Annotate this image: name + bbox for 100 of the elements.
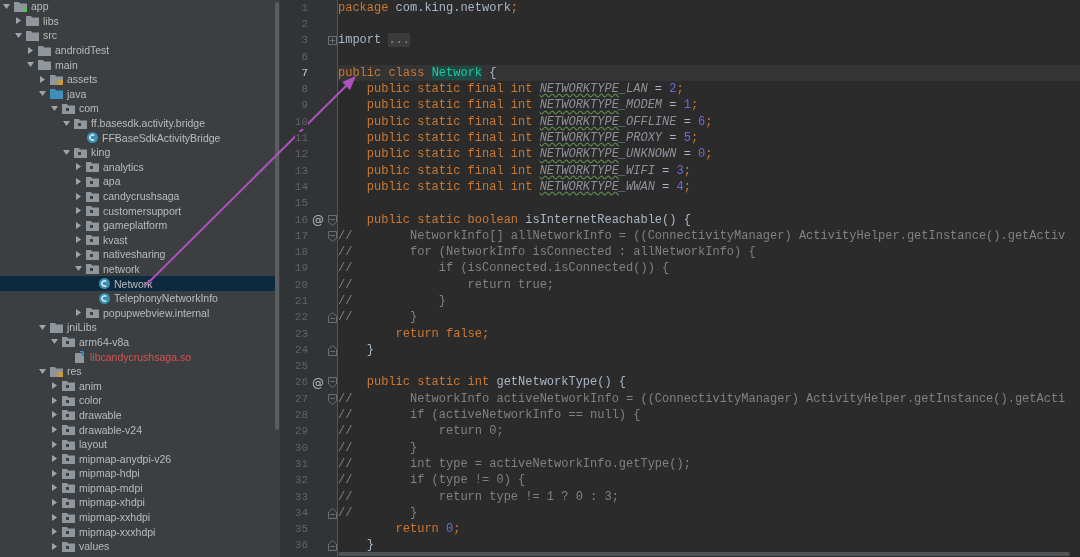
tree-item[interactable]: mipmap-anydpi-v26 — [0, 451, 275, 466]
tree-item[interactable]: app — [0, 0, 275, 14]
expand-arrow-icon[interactable] — [15, 17, 22, 25]
tree-item[interactable]: values — [0, 538, 275, 554]
tree-item[interactable]: gameplatform — [0, 217, 275, 233]
tree-item[interactable]: anim — [0, 378, 275, 394]
tree-item[interactable]: mipmap-hdpi — [0, 466, 275, 481]
tree-item[interactable]: color — [0, 393, 275, 408]
scrollbar-thumb[interactable] — [338, 552, 1070, 556]
collapse-arrow-icon[interactable] — [39, 90, 46, 98]
code-line: import ... — [338, 33, 411, 49]
fold-start-icon[interactable] — [328, 393, 337, 405]
code-line: // int type = activeNetworkInfo.getType(); — [338, 456, 691, 472]
expand-arrow-icon[interactable] — [39, 75, 46, 83]
expand-arrow-icon[interactable] — [75, 163, 82, 171]
tree-item[interactable]: nativesharing — [0, 247, 275, 262]
code-line: public class Network { — [338, 65, 497, 81]
tree-item[interactable]: com — [0, 101, 275, 116]
tree-item[interactable]: TelephonyNetworkInfo — [0, 290, 275, 306]
tree-item-label: FFBaseSdkActivityBridge — [102, 130, 221, 145]
expand-arrow-icon[interactable] — [51, 499, 58, 506]
expand-arrow-icon[interactable] — [51, 440, 58, 448]
tree-item[interactable]: libs — [0, 13, 275, 29]
tree-item[interactable]: res — [0, 363, 275, 379]
fold-end-icon[interactable] — [328, 344, 337, 356]
resource-folder-icon — [50, 365, 63, 377]
expand-arrow-icon[interactable] — [51, 513, 58, 521]
expand-arrow-icon[interactable] — [75, 177, 82, 185]
expand-fold-icon[interactable] — [328, 36, 337, 46]
tree-item[interactable]: customersupport — [0, 203, 275, 218]
collapse-arrow-icon[interactable] — [15, 32, 22, 39]
tree-item[interactable]: analytics — [0, 159, 275, 175]
fold-end-icon[interactable] — [328, 540, 337, 552]
collapse-arrow-icon[interactable] — [3, 2, 10, 10]
tree-item[interactable]: kvast — [0, 232, 275, 248]
tree-item[interactable]: apa — [0, 174, 275, 189]
expand-arrow-icon[interactable] — [51, 411, 58, 419]
tree-item[interactable]: mipmap-mdpi — [0, 480, 275, 496]
collapse-arrow-icon[interactable] — [27, 61, 34, 69]
tree-item[interactable]: main — [0, 57, 275, 72]
tree-item[interactable]: java — [0, 86, 275, 102]
collapse-arrow-icon[interactable] — [51, 338, 58, 346]
expand-arrow-icon[interactable] — [51, 542, 58, 550]
tree-item[interactable]: candycrushsaga — [0, 188, 275, 204]
package-icon — [86, 248, 99, 260]
expand-arrow-icon[interactable] — [75, 309, 82, 317]
tree-item[interactable]: drawable-v24 — [0, 422, 275, 437]
expand-arrow-icon[interactable] — [51, 528, 58, 536]
collapse-arrow-icon[interactable] — [39, 367, 46, 375]
collapse-arrow-icon[interactable] — [63, 119, 70, 127]
tree-item[interactable]: king — [0, 144, 275, 160]
collapse-arrow-icon[interactable] — [63, 148, 70, 156]
tree-item[interactable]: src — [0, 28, 275, 43]
tree-item[interactable]: ff.basesdk.activity.bridge — [0, 115, 275, 131]
expand-arrow-icon[interactable] — [51, 396, 58, 404]
code-line: // NetworkInfo activeNetworkInfo = ((ConnectivityManager) ActivityHelper.getInstance().getActi — [338, 391, 1066, 407]
tree-item[interactable]: layout — [0, 436, 275, 452]
tree-item-label: res — [67, 364, 82, 379]
collapse-arrow-icon[interactable] — [51, 104, 58, 112]
tree-item[interactable]: FFBaseSdkActivityBridge — [0, 130, 275, 145]
fold-end-icon[interactable] — [328, 507, 337, 519]
code-line: return 0; — [394, 522, 461, 538]
package-icon — [62, 438, 75, 450]
tree-item-label: drawable — [79, 407, 122, 422]
tree-item[interactable]: jniLibs — [0, 320, 275, 335]
tree-item[interactable]: androidTest — [0, 42, 275, 58]
code-line: } — [365, 342, 374, 358]
expand-arrow-icon[interactable] — [75, 221, 82, 229]
tree-item[interactable]: popupwebview.internal — [0, 305, 275, 321]
override-marker[interactable]: @ — [312, 213, 324, 227]
expand-arrow-icon[interactable] — [51, 469, 58, 477]
expand-arrow-icon[interactable] — [75, 250, 82, 258]
collapse-arrow-icon[interactable] — [39, 323, 46, 331]
tree-item[interactable]: network — [0, 261, 275, 277]
tree-item[interactable]: mipmap-xhdpi — [0, 495, 275, 510]
tree-item[interactable]: mipmap-xxxhdpi — [0, 524, 275, 539]
fold-end-icon[interactable] — [328, 312, 337, 324]
expand-arrow-icon[interactable] — [75, 192, 82, 200]
tree-item-label: libcandycrushsaga.so — [90, 349, 191, 364]
expand-arrow-icon[interactable] — [75, 207, 82, 215]
expand-arrow-icon[interactable] — [51, 382, 58, 390]
collapse-arrow-icon[interactable] — [75, 265, 82, 273]
folder-icon — [38, 44, 51, 56]
fold-start-icon[interactable] — [328, 377, 337, 389]
fold-start-icon[interactable] — [328, 230, 337, 242]
expand-arrow-icon[interactable] — [51, 426, 58, 433]
expand-arrow-icon[interactable] — [75, 236, 82, 244]
tree-item-label: kvast — [103, 232, 128, 247]
expand-arrow-icon[interactable] — [51, 455, 58, 463]
expand-arrow-icon[interactable] — [27, 46, 34, 54]
tree-item[interactable]: mipmap-xxhdpi — [0, 509, 275, 525]
code-line: public static final int NETWORKTYPE_LAN = 2; — [365, 82, 684, 98]
tree-item[interactable]: drawable — [0, 407, 275, 423]
package-icon — [62, 482, 75, 494]
expand-arrow-icon[interactable] — [51, 484, 58, 492]
tree-item[interactable]: Network — [0, 276, 275, 291]
fold-start-icon[interactable] — [328, 214, 337, 226]
override-marker[interactable]: @ — [312, 375, 324, 390]
tree-item[interactable]: arm64-v8a — [0, 334, 275, 350]
tree-item[interactable]: assets — [0, 71, 275, 87]
